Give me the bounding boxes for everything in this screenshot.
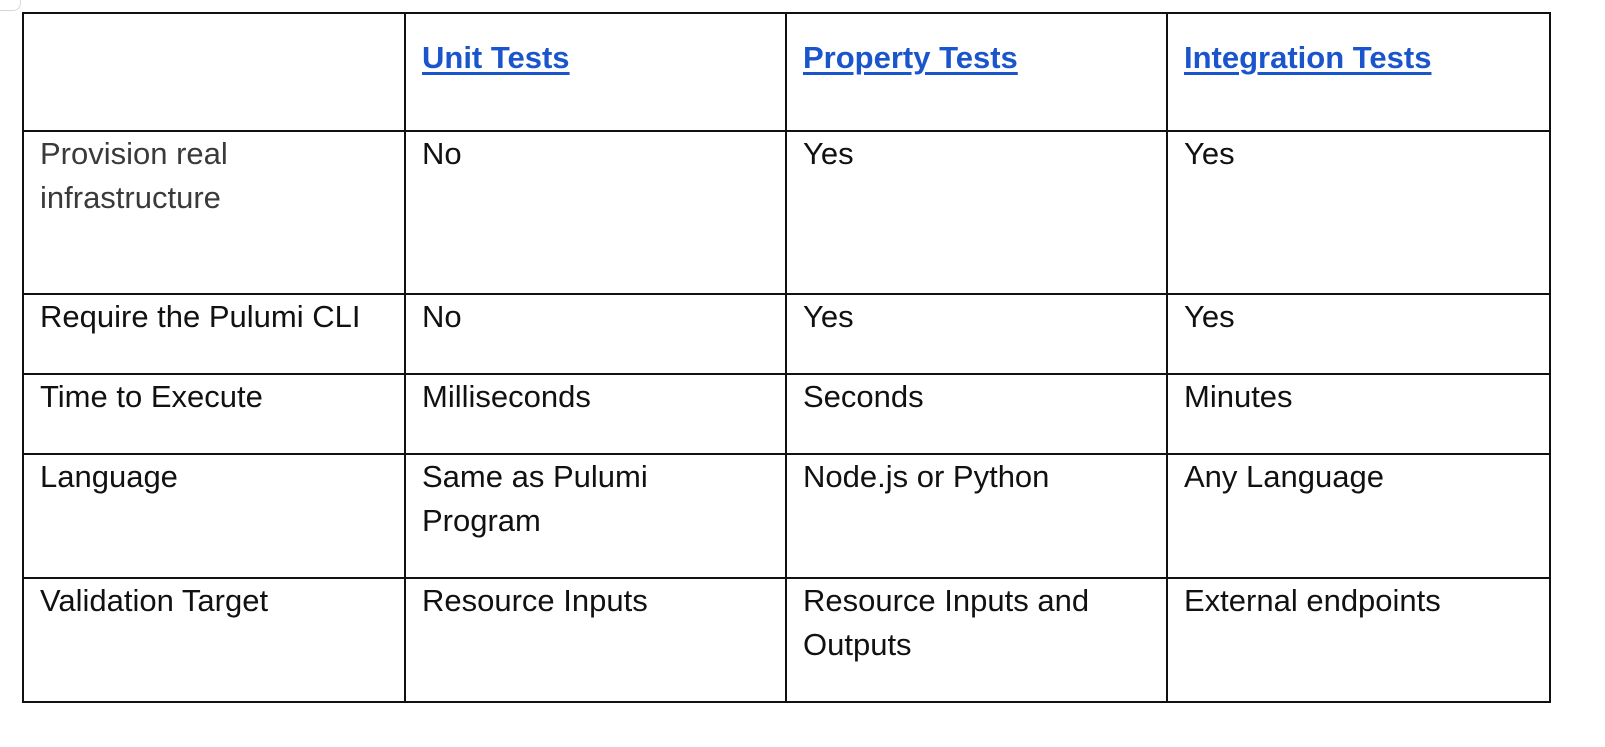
table-cell: No xyxy=(404,293,787,375)
table-cell: Yes xyxy=(1166,293,1551,375)
table-row: Require the Pulumi CLI No Yes Yes xyxy=(22,293,1551,375)
unit-tests-link[interactable]: Unit Tests xyxy=(422,40,570,75)
table-row: Provision real infrastructure No Yes Yes xyxy=(22,130,1551,295)
row-label: Language xyxy=(22,453,406,579)
row-label: Time to Execute xyxy=(22,373,406,455)
table-cell: Seconds xyxy=(785,373,1168,455)
table-row: Time to Execute Milliseconds Seconds Min… xyxy=(22,373,1551,455)
table-cell: External endpoints xyxy=(1166,577,1551,703)
table-cell: Resource Inputs and Outputs xyxy=(785,577,1168,703)
table-row: Validation Target Resource Inputs Resour… xyxy=(22,577,1551,703)
table-cell: Any Language xyxy=(1166,453,1551,579)
table-cell: Milliseconds xyxy=(404,373,787,455)
header-row: Unit Tests Property Tests Integration Te… xyxy=(22,12,1551,132)
header-integration-tests: Integration Tests xyxy=(1166,12,1551,132)
header-empty-cell xyxy=(22,12,406,132)
integration-tests-link[interactable]: Integration Tests xyxy=(1184,40,1431,75)
header-property-tests: Property Tests xyxy=(785,12,1168,132)
property-tests-link[interactable]: Property Tests xyxy=(803,40,1018,75)
header-unit-tests: Unit Tests xyxy=(404,12,787,132)
table-cell: Yes xyxy=(785,130,1168,295)
row-label: Provision real infrastructure xyxy=(22,130,406,295)
table-cell: Resource Inputs xyxy=(404,577,787,703)
row-label: Require the Pulumi CLI xyxy=(22,293,406,375)
table-cell: No xyxy=(404,130,787,295)
row-label: Validation Target xyxy=(22,577,406,703)
table-cell: Yes xyxy=(785,293,1168,375)
table-cell: Same as Pulumi Program xyxy=(404,453,787,579)
table-cell: Node.js or Python xyxy=(785,453,1168,579)
table-cell: Yes xyxy=(1166,130,1551,295)
corner-fold-mark xyxy=(0,0,21,11)
table-row: Language Same as Pulumi Program Node.js … xyxy=(22,453,1551,579)
table-cell: Minutes xyxy=(1166,373,1551,455)
test-comparison-table: Unit Tests Property Tests Integration Te… xyxy=(22,12,1551,703)
